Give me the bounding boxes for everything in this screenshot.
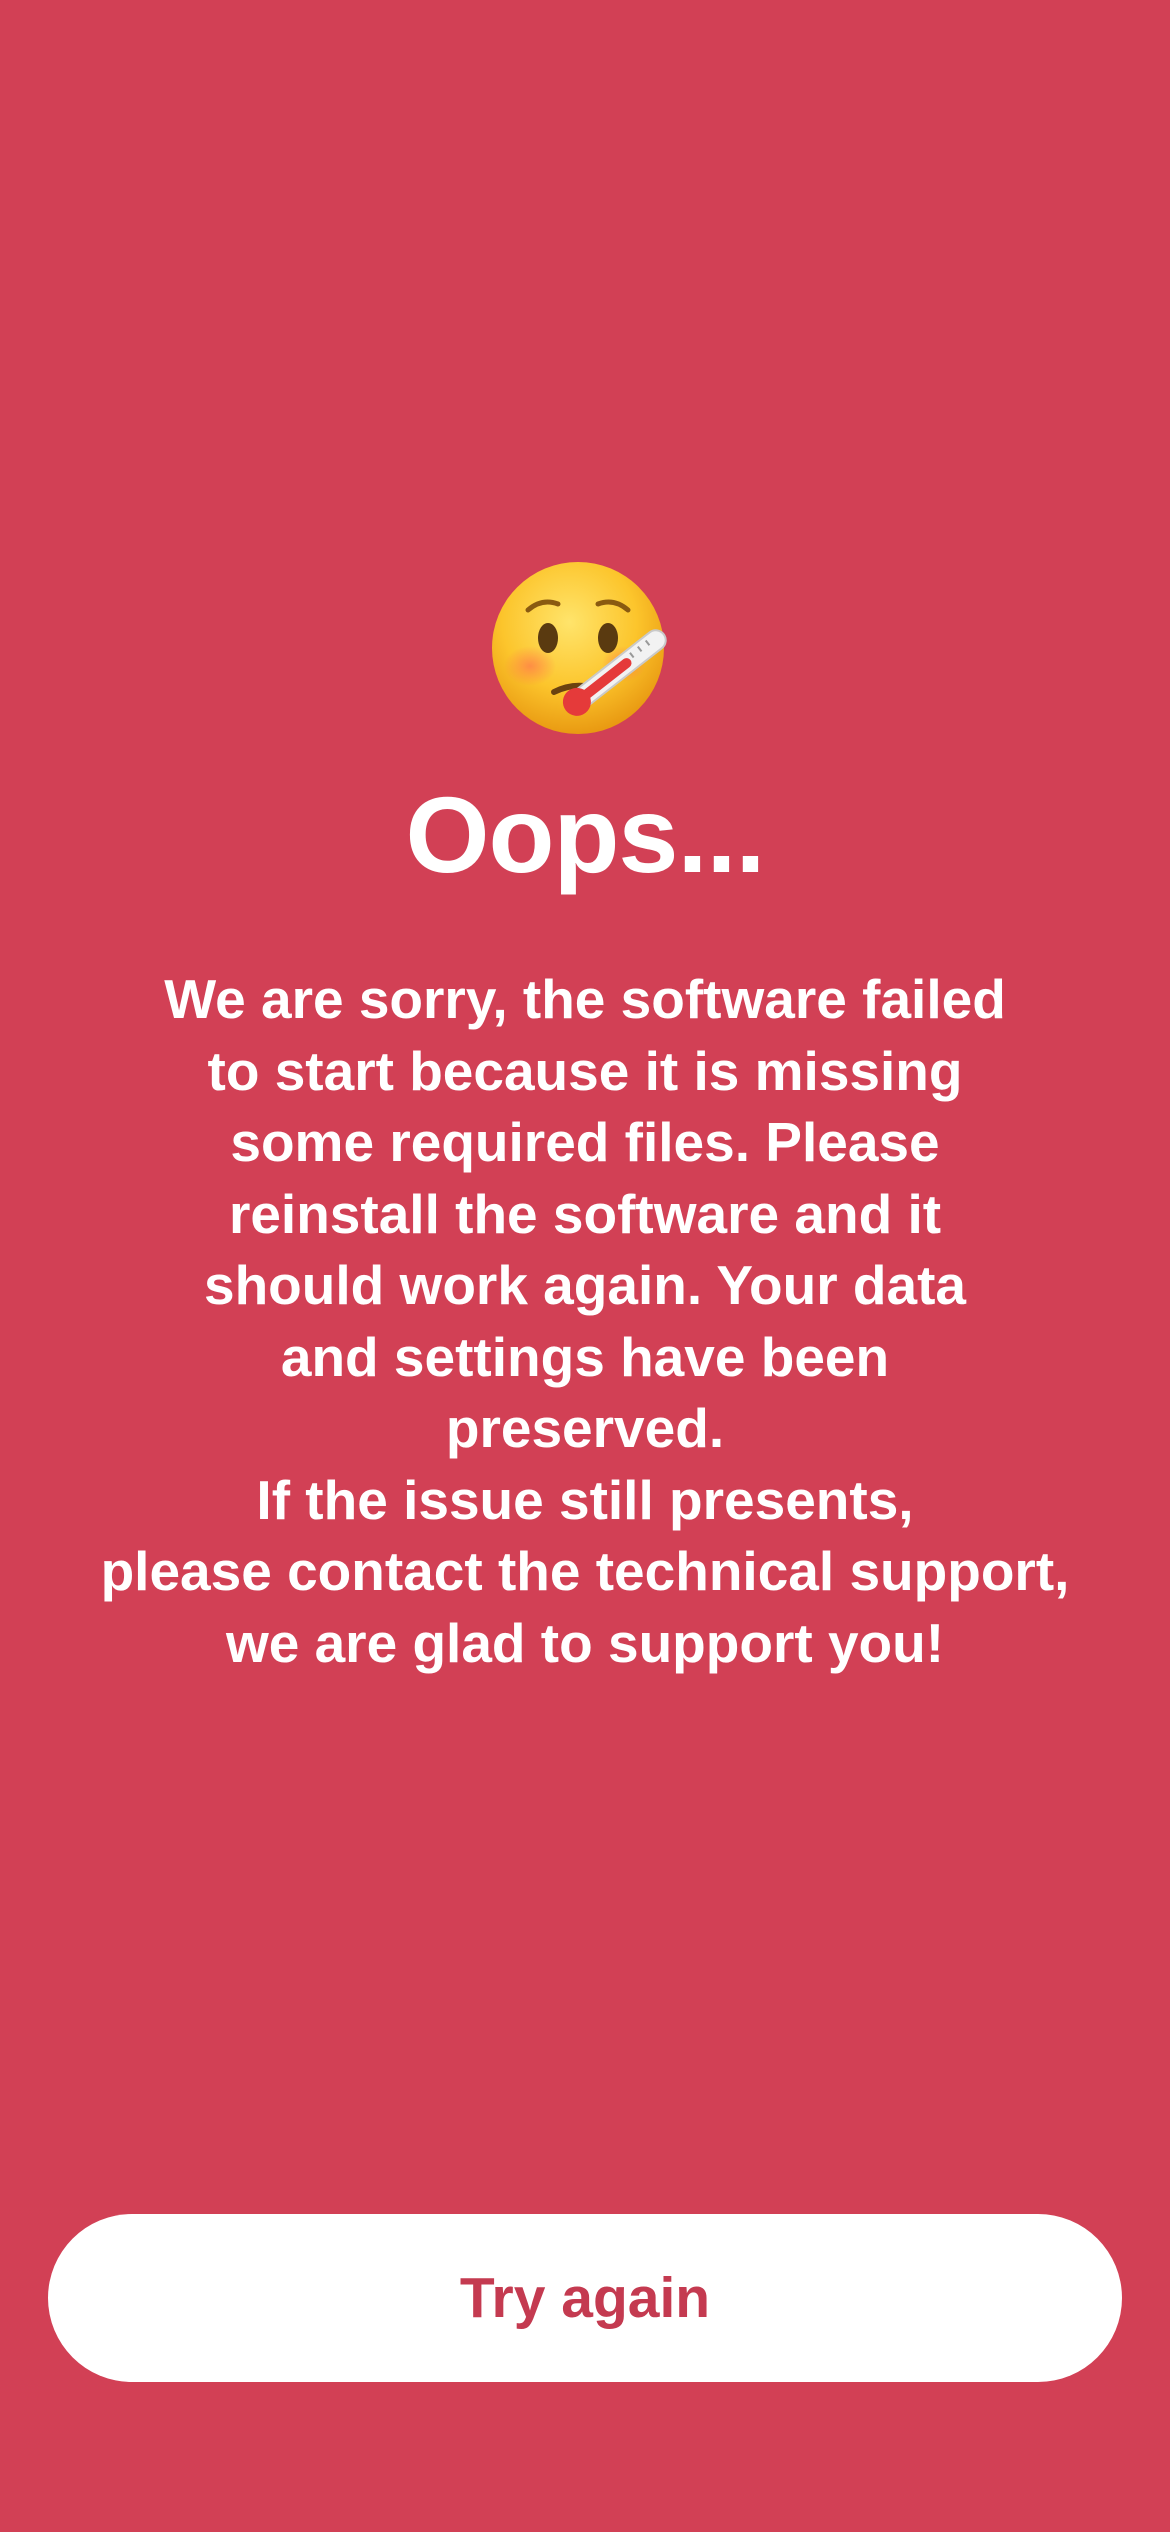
error-screen: Oops... We are sorry, the software faile… (0, 0, 1170, 2532)
error-message: We are sorry, the software failed to sta… (40, 964, 1130, 1679)
message-line: to start because it is missing (207, 1039, 963, 1102)
message-line: reinstall the software and it (228, 1182, 942, 1245)
error-title: Oops... (405, 774, 765, 895)
message-line: should work again. Your data (204, 1254, 966, 1316)
message-line: and settings have been (280, 1325, 890, 1388)
face-with-thermometer-icon (490, 558, 680, 738)
message-line: If the issue still presents, (256, 1468, 914, 1531)
message-line: preserved. (445, 1397, 725, 1459)
message-line: We are sorry, the software failed (164, 968, 1006, 1030)
message-line: some required files. Please (230, 1111, 940, 1173)
message-line: please contact the technical support, (100, 1540, 1070, 1602)
try-again-button[interactable]: Try again (48, 2214, 1122, 2382)
message-line: we are glad to support you! (225, 1611, 945, 1674)
